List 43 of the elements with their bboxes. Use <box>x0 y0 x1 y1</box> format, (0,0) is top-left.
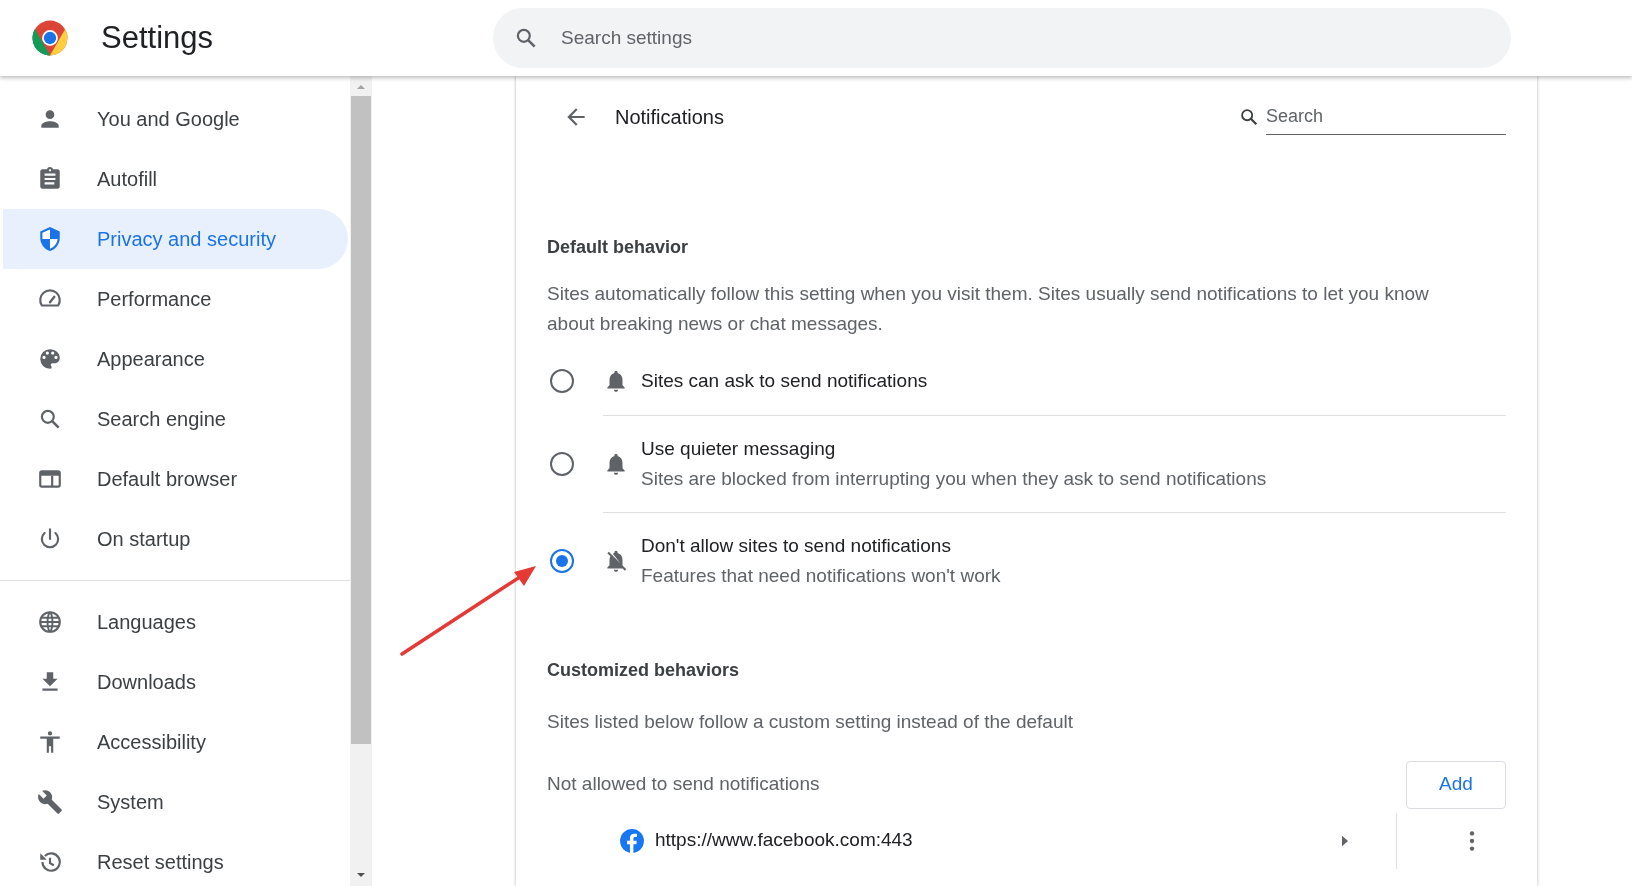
page-title: Settings <box>101 18 213 57</box>
sidebar-item[interactable]: Appearance <box>3 329 348 389</box>
section-title: Notifications <box>615 105 724 130</box>
option-label: Don't allow sites to send notifications <box>641 534 952 558</box>
radio-button[interactable] <box>550 451 574 476</box>
shield-icon <box>37 226 63 252</box>
add-button[interactable]: Add <box>1406 760 1506 809</box>
option-description: Sites are blocked from interrupting you when they ask to send notifications <box>641 467 1267 491</box>
list-label: Not allowed to send notifications <box>547 772 820 797</box>
sidebar-item[interactable]: Languages <box>3 592 348 652</box>
search-field[interactable]: Search <box>1266 99 1506 135</box>
search-field[interactable]: Search settings <box>493 8 1511 68</box>
site-url: https://www.facebook.com:443 <box>655 828 913 853</box>
sidebar-item[interactable]: Performance <box>3 269 348 329</box>
sidebar-item[interactable]: Reset settings <box>3 832 348 886</box>
sidebar-item[interactable]: Search engine <box>3 389 348 449</box>
sidebar-item[interactable]: Privacy and security <box>3 209 348 269</box>
radio-button[interactable] <box>550 369 574 393</box>
sidebar-item[interactable]: On startup <box>3 509 348 569</box>
history-icon <box>37 849 63 875</box>
accessibility-icon <box>37 729 63 755</box>
search-icon <box>1238 106 1260 128</box>
clipboard-icon <box>37 166 63 192</box>
palette-icon <box>37 346 63 372</box>
chrome-logo-icon <box>31 19 69 57</box>
option-label: Sites can ask to send notifications <box>641 369 928 393</box>
sidebar-item[interactable]: Autofill <box>3 149 348 209</box>
scrollbar[interactable] <box>350 76 372 886</box>
section-heading: Default behavior <box>547 236 690 259</box>
globe-icon <box>37 609 63 635</box>
sidebar-item[interactable]: Downloads <box>3 652 348 712</box>
wrench-icon <box>37 789 63 815</box>
radio-button[interactable] <box>550 548 574 573</box>
section-heading: Customized behaviors <box>547 659 741 682</box>
section-description: Sites automatically follow this setting when you visit them. Sites usually send notifications to let you know about breaking news or chat messages. <box>547 282 1430 336</box>
section-description: Sites listed below follow a custom setting instead of the default <box>547 710 1074 734</box>
facebook-logo-icon <box>619 827 645 854</box>
sidebar-item[interactable]: Default browser <box>3 449 348 509</box>
option-description: Features that need notifications won't work <box>641 564 1001 588</box>
sidebar-item[interactable]: Accessibility <box>3 712 348 772</box>
sidebar-item[interactable]: System <box>3 772 348 832</box>
sidebar-item[interactable]: You and Google <box>3 89 348 149</box>
option-label: Use quieter messaging <box>641 437 837 461</box>
